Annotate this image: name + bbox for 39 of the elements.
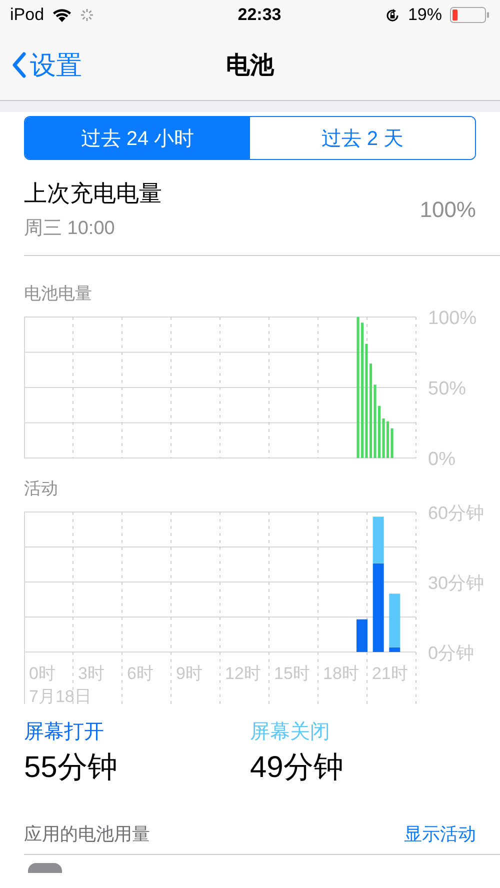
usage-label: 屏幕关闭 (250, 720, 331, 745)
battery-percent: 19% (408, 5, 442, 25)
hour-label: 3时 (78, 664, 104, 683)
activity-bar (356, 619, 368, 652)
usage-value: 55分钟 (24, 750, 118, 786)
back-button[interactable]: 设置 (0, 48, 82, 82)
chart-title: 电池电量 (24, 283, 93, 305)
section-title: 应用的电池用量 (24, 823, 150, 846)
last-charge-title: 上次充电电量 (24, 179, 162, 208)
show-activity-link[interactable]: 显示活动 (404, 822, 476, 846)
axis-label: 100% (428, 309, 477, 329)
hour-label: 12时 (225, 664, 261, 683)
hour-label: 6时 (127, 664, 154, 683)
axis-label: 50% (428, 378, 466, 400)
chart-title: 活动 (24, 478, 59, 500)
usage-value: 49分钟 (250, 750, 344, 786)
rotation-lock-icon (384, 8, 400, 22)
last-charge-time: 周三 10:00 (24, 217, 116, 241)
battery-icon (450, 7, 490, 23)
usage-label: 屏幕打开 (24, 720, 105, 745)
axis-label: 30分钟 (428, 573, 484, 593)
axis-label: 0分钟 (428, 643, 474, 663)
segment-tab[interactable]: 过去 24 小时 (25, 117, 250, 159)
hour-label: 18时 (323, 664, 359, 683)
date-label: 7月18日 (29, 687, 92, 704)
hour-label: 15时 (274, 664, 310, 683)
back-chevron-icon (12, 52, 26, 78)
hour-label: 9时 (176, 664, 202, 683)
page-title: 电池 (226, 51, 274, 81)
loading-icon (80, 8, 94, 22)
hour-label: 0时 (29, 664, 56, 683)
hour-label: 21时 (372, 664, 408, 683)
axis-label: 0% (428, 449, 456, 469)
app-icon (28, 863, 62, 873)
device-name: iPod (10, 5, 44, 25)
axis-label: 60分钟 (428, 504, 484, 523)
wifi-icon (52, 8, 72, 22)
last-charge-value: 100% (420, 196, 476, 222)
clock-time: 22:33 (238, 5, 282, 25)
